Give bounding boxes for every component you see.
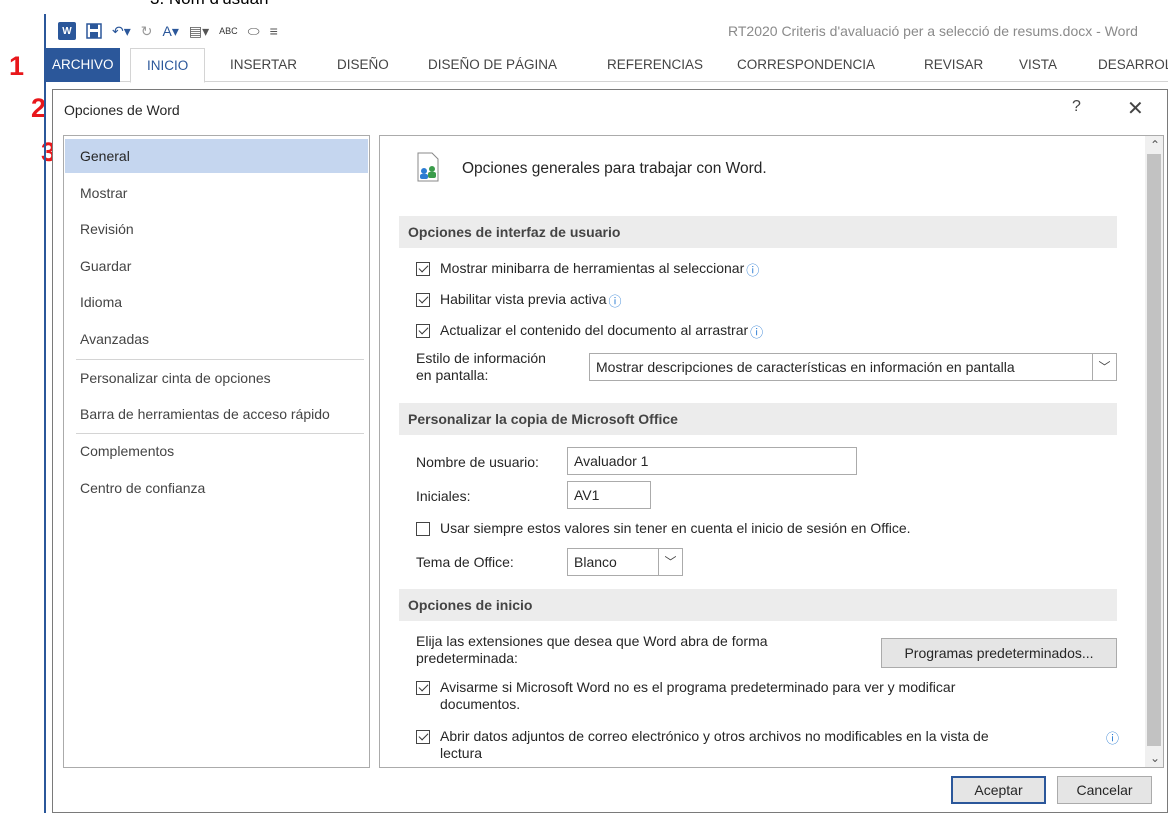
customize-icon[interactable]: ≡ bbox=[270, 23, 278, 39]
partial-instruction-text: 3. Nom d'usuari bbox=[150, 0, 269, 9]
nav-item-general[interactable]: General bbox=[65, 139, 368, 173]
scrollbar[interactable]: ⌃ ⌄ bbox=[1145, 136, 1163, 767]
ribbon-tabs: ARCHIVO INICIO INSERTAR DISEÑO DISEÑO DE… bbox=[46, 48, 1168, 83]
info-icon: ⓘ bbox=[746, 263, 760, 278]
checkbox-icon[interactable] bbox=[416, 293, 430, 307]
options-content: ⌃ ⌄ Opciones generales para trabajar con… bbox=[379, 135, 1164, 768]
chevron-down-icon[interactable]: ﹀ bbox=[658, 549, 682, 575]
quick-access-toolbar: W ↶▾ ↻ A▾ ▤▾ ABC ⬭ ≡ bbox=[58, 18, 278, 44]
redo-icon[interactable]: ↻ bbox=[141, 23, 153, 40]
annotation-1: 1 bbox=[9, 51, 25, 81]
checkbox-icon[interactable] bbox=[416, 324, 430, 338]
tab-insertar[interactable]: INSERTAR bbox=[230, 48, 297, 82]
checkbox-icon[interactable] bbox=[416, 262, 430, 276]
chevron-down-icon[interactable]: ﹀ bbox=[1092, 354, 1116, 380]
nav-item-avanzadas[interactable]: Avanzadas bbox=[65, 322, 368, 356]
nav-item-barra-acceso-rapido[interactable]: Barra de herramientas de acceso rápido bbox=[65, 397, 368, 431]
scroll-down-icon[interactable]: ⌄ bbox=[1150, 751, 1160, 765]
scroll-thumb[interactable] bbox=[1147, 154, 1161, 746]
tab-referencias[interactable]: REFERENCIAS bbox=[607, 48, 703, 82]
close-icon[interactable]: ✕ bbox=[1127, 96, 1144, 121]
screentip-style-select[interactable]: Mostrar descripciones de características… bbox=[589, 353, 1117, 381]
shape-icon[interactable]: ⬭ bbox=[248, 23, 260, 40]
options-nav: General Mostrar Revisión Guardar Idioma … bbox=[63, 135, 370, 768]
ok-button[interactable]: Aceptar bbox=[951, 776, 1046, 804]
info-icon: ⓘ bbox=[1106, 731, 1120, 746]
extensions-label: Elija las extensiones que desea que Word… bbox=[416, 633, 768, 666]
checkbox-avisarme[interactable]: Avisarme si Microsoft Word no es el prog… bbox=[416, 679, 955, 713]
tab-diseno[interactable]: DISEÑO bbox=[337, 48, 389, 82]
section-personalizar-copia: Personalizar la copia de Microsoft Offic… bbox=[399, 403, 1117, 435]
checkbox-minibarra[interactable]: Mostrar minibarra de herramientas al sel… bbox=[416, 260, 759, 279]
nav-item-personalizar-cinta[interactable]: Personalizar cinta de opciones bbox=[65, 361, 368, 395]
info-icon: ⓘ bbox=[608, 294, 622, 309]
cancel-button[interactable]: Cancelar bbox=[1057, 776, 1152, 804]
help-button[interactable]: ? bbox=[1072, 98, 1081, 116]
initials-field[interactable]: AV1 bbox=[567, 481, 651, 509]
section-opciones-inicio: Opciones de inicio bbox=[399, 589, 1117, 621]
format-painter-icon[interactable]: A▾ bbox=[163, 23, 179, 40]
nav-item-complementos[interactable]: Complementos bbox=[65, 434, 368, 468]
theme-select[interactable]: Blanco ﹀ bbox=[567, 548, 683, 576]
title-bar: W ↶▾ ↻ A▾ ▤▾ ABC ⬭ ≡ RT2020 Criteris d'a… bbox=[46, 14, 1168, 48]
word-options-dialog: Opciones de Word ? ✕ General Mostrar Rev… bbox=[52, 89, 1168, 813]
scroll-up-icon[interactable]: ⌃ bbox=[1150, 138, 1160, 152]
content-header: Opciones generales para trabajar con Wor… bbox=[462, 160, 767, 177]
word-icon: W bbox=[58, 22, 76, 40]
nav-item-guardar[interactable]: Guardar bbox=[65, 249, 368, 283]
tab-vista[interactable]: VISTA bbox=[1019, 48, 1057, 82]
tab-archivo[interactable]: ARCHIVO bbox=[46, 48, 120, 82]
tab-diseno-pagina[interactable]: DISEÑO DE PÁGINA bbox=[428, 48, 557, 82]
checkbox-icon[interactable] bbox=[416, 730, 430, 744]
checkbox-icon[interactable] bbox=[416, 522, 430, 536]
nav-item-revision[interactable]: Revisión bbox=[65, 212, 368, 246]
checkbox-vista-previa[interactable]: Habilitar vista previa activa ⓘ bbox=[416, 291, 622, 310]
nav-item-centro-confianza[interactable]: Centro de confianza bbox=[65, 471, 368, 505]
tab-revisar[interactable]: REVISAR bbox=[924, 48, 983, 82]
default-programs-button[interactable]: Programas predeterminados... bbox=[881, 638, 1117, 668]
spelling-icon[interactable]: ABC bbox=[219, 26, 238, 36]
checkbox-icon[interactable] bbox=[416, 681, 430, 695]
save-icon[interactable] bbox=[86, 23, 102, 39]
nav-item-mostrar[interactable]: Mostrar bbox=[65, 176, 368, 210]
dialog-title: Opciones de Word bbox=[64, 102, 180, 118]
section-interfaz-usuario: Opciones de interfaz de usuario bbox=[399, 216, 1117, 248]
info-icon: ⓘ bbox=[750, 325, 764, 340]
checkbox-usar-siempre[interactable]: Usar siempre estos valores sin tener en … bbox=[416, 520, 911, 536]
general-options-icon bbox=[417, 152, 439, 182]
window-border bbox=[44, 14, 46, 813]
tab-desarrollador[interactable]: DESARROLLADOR bbox=[1098, 48, 1168, 82]
nav-item-idioma[interactable]: Idioma bbox=[65, 285, 368, 319]
undo-icon[interactable]: ↶▾ bbox=[112, 23, 131, 40]
document-title: RT2020 Criteris d'avaluació per a selecc… bbox=[728, 23, 1138, 39]
nav-divider bbox=[76, 359, 364, 360]
screentip-label: Estilo de información en pantalla: bbox=[416, 350, 546, 383]
username-field[interactable]: Avaluador 1 bbox=[567, 447, 857, 475]
page-icon[interactable]: ▤▾ bbox=[189, 23, 209, 40]
checkbox-actualizar-arrastrar[interactable]: Actualizar el contenido del documento al… bbox=[416, 322, 763, 341]
tab-correspondencia[interactable]: CORRESPONDENCIA bbox=[737, 48, 875, 82]
theme-label: Tema de Office: bbox=[416, 554, 514, 570]
initials-label: Iniciales: bbox=[416, 488, 471, 504]
tab-inicio[interactable]: INICIO bbox=[130, 48, 206, 83]
checkbox-abrir-adjuntos[interactable]: Abrir datos adjuntos de correo electróni… bbox=[416, 728, 1120, 762]
username-label: Nombre de usuario: bbox=[416, 454, 539, 470]
